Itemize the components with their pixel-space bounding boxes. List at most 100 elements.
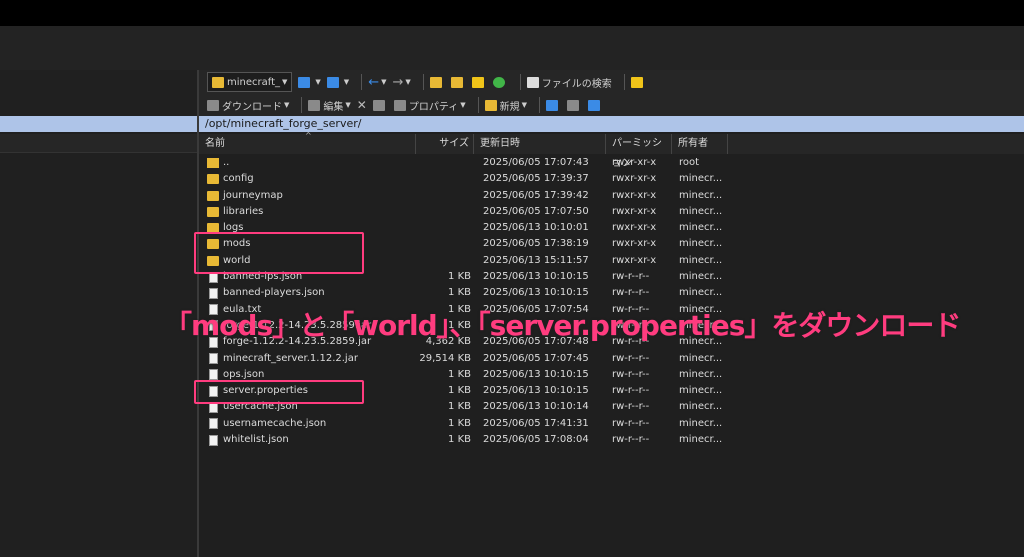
file-permissions: rwxr-xr-x: [612, 254, 657, 266]
forward-button[interactable]: → ▼: [392, 75, 410, 90]
file-icon: [209, 353, 218, 365]
properties-icon: [393, 99, 406, 111]
file-modified: 2025/06/13 15:11:57: [483, 254, 589, 266]
file-name: usernamecache.json: [223, 417, 327, 429]
window-chrome: [0, 26, 1024, 70]
column-header-owner[interactable]: 所有者: [672, 134, 728, 154]
file-row[interactable]: .. 2025/06/05 17:07:43 rwxr-xr-x root: [199, 155, 1024, 171]
file-owner: minecr...: [679, 173, 723, 185]
find-files-button[interactable]: ファイルの検索: [526, 75, 612, 90]
file-owner: root: [679, 157, 700, 168]
filter-select-button[interactable]: [588, 99, 603, 111]
folder-dropdown[interactable]: minecraft_ ▼: [207, 72, 293, 92]
chevron-down-icon: ▼: [405, 78, 411, 86]
file-modified: 2025/06/05 17:07:43: [483, 157, 589, 168]
parent-folder-icon: [207, 158, 219, 168]
file-row[interactable]: banned-players.json 1 KB 2025/06/13 10:10:…: [199, 285, 1024, 301]
find-files-label: ファイルの検索: [541, 78, 612, 90]
file-permissions: rw-r--r--: [612, 385, 650, 397]
sort-ascending-icon: ^: [305, 131, 312, 140]
file-size: 1 KB: [448, 401, 471, 413]
file-owner: minecr...: [679, 352, 723, 364]
navigation-toolbar: minecraft_ ▼ ▼ ▼ ← ▼ → ▼ ファイルの検索: [199, 70, 1024, 94]
file-permissions: rw-r--r--: [612, 352, 650, 364]
file-size: 1 KB: [448, 434, 471, 446]
open-folder-button[interactable]: ▼: [298, 76, 321, 88]
select-all-button[interactable]: [546, 99, 561, 111]
chevron-down-icon: ▼: [345, 101, 351, 109]
file-row[interactable]: usernamecache.json 1 KB 2025/06/05 17:41:3…: [199, 416, 1024, 432]
annotation-text: 「mods」と「world」、「server.properties」をダウンロー…: [164, 309, 961, 342]
minus-icon: [567, 99, 580, 111]
file-permissions: rw-r--r--: [612, 271, 650, 283]
file-size: 1 KB: [448, 385, 471, 397]
column-header-size[interactable]: サイズ: [416, 134, 474, 154]
file-row[interactable]: whitelist.json 1 KB 2025/06/05 17:08:04 rw-…: [199, 432, 1024, 448]
download-icon: [207, 99, 219, 111]
download-label: ダウンロード: [222, 101, 282, 113]
new-button[interactable]: 新規 ▼: [484, 98, 527, 113]
refresh-button[interactable]: [492, 76, 508, 88]
filter-icon: [326, 76, 339, 88]
file-row[interactable]: minecraft_server.1.12.2.jar 29,514 KB 2025…: [199, 351, 1024, 367]
file-name-cell: minecraft_server.1.12.2.jar: [207, 351, 358, 367]
file-name-cell: banned-players.json: [207, 285, 325, 301]
download-button[interactable]: ダウンロード ▼: [207, 98, 289, 113]
remote-path-bar[interactable]: /opt/minecraft_forge_server/: [199, 116, 1024, 132]
rename-icon: [372, 99, 385, 111]
back-button[interactable]: ← ▼: [368, 75, 386, 90]
file-row[interactable]: config 2025/06/05 17:39:37 rwxr-xr-x minecr…: [199, 171, 1024, 187]
delete-button[interactable]: ✕: [357, 98, 367, 112]
properties-button[interactable]: プロパティ ▼: [393, 98, 466, 113]
rename-button[interactable]: [372, 99, 388, 111]
arrow-right-icon: →: [392, 74, 404, 90]
file-list: .. 2025/06/05 17:07:43 rwxr-xr-x root config…: [199, 155, 1024, 448]
toolbar-separator: [539, 97, 541, 113]
file-size: 1 KB: [448, 287, 471, 299]
file-name: journeymap: [223, 189, 283, 201]
file-row[interactable]: libraries 2025/06/05 17:07:50 rwxr-xr-x min…: [199, 204, 1024, 220]
file-name: banned-players.json: [223, 287, 325, 299]
file-owner: minecr...: [679, 417, 723, 429]
file-modified: 2025/06/05 17:07:50: [483, 205, 589, 217]
parent-folder-icon: [429, 76, 442, 88]
file-name-cell: usernamecache.json: [207, 416, 326, 432]
local-path-bar[interactable]: [0, 116, 197, 132]
file-owner: minecr...: [679, 385, 723, 397]
open-folder-icon: [298, 76, 311, 88]
file-icon: [209, 287, 218, 299]
file-modified: 2025/06/13 10:10:15: [483, 287, 589, 299]
file-modified: 2025/06/05 17:39:42: [483, 189, 589, 201]
edit-icon: [308, 99, 321, 111]
home-icon: [471, 76, 484, 88]
file-owner: minecr...: [679, 222, 723, 234]
column-header-modified[interactable]: 更新日時: [474, 134, 606, 154]
file-owner: minecr...: [679, 189, 723, 201]
root-folder-button[interactable]: [450, 76, 466, 88]
filter-button[interactable]: ▼: [326, 76, 349, 88]
arrow-left-icon: ←: [368, 74, 380, 90]
root-folder-icon: [450, 76, 463, 88]
file-icon: [209, 434, 218, 446]
file-modified: 2025/06/13 10:10:15: [483, 271, 589, 283]
chevron-down-icon: ▼: [284, 101, 290, 109]
file-permissions: rwxr-xr-x: [612, 173, 657, 185]
edit-button[interactable]: 編集 ▼: [308, 98, 351, 113]
file-permissions: rw-r--r--: [612, 368, 650, 380]
deselect-button[interactable]: [567, 99, 582, 111]
file-modified: 2025/06/13 10:10:14: [483, 401, 589, 413]
file-permissions: rwxr-xr-x: [612, 189, 657, 201]
file-name: config: [223, 173, 254, 185]
file-row[interactable]: journeymap 2025/06/05 17:39:42 rwxr-xr-x mi…: [199, 188, 1024, 204]
home-button[interactable]: [471, 76, 487, 88]
parent-folder-button[interactable]: [429, 76, 445, 88]
new-label: 新規: [499, 101, 520, 113]
file-list-header: 名前 サイズ 更新日時 パーミッション 所有者: [199, 134, 1024, 169]
chevron-down-icon: ▼: [315, 78, 321, 86]
file-permissions: rw-r--r--: [612, 417, 650, 429]
tree-toggle-button[interactable]: [630, 76, 646, 88]
file-size: 1 KB: [448, 417, 471, 429]
file-icon: [209, 418, 218, 430]
file-modified: 2025/06/13 10:10:01: [483, 222, 589, 234]
column-header-permissions[interactable]: パーミッション: [606, 134, 672, 169]
